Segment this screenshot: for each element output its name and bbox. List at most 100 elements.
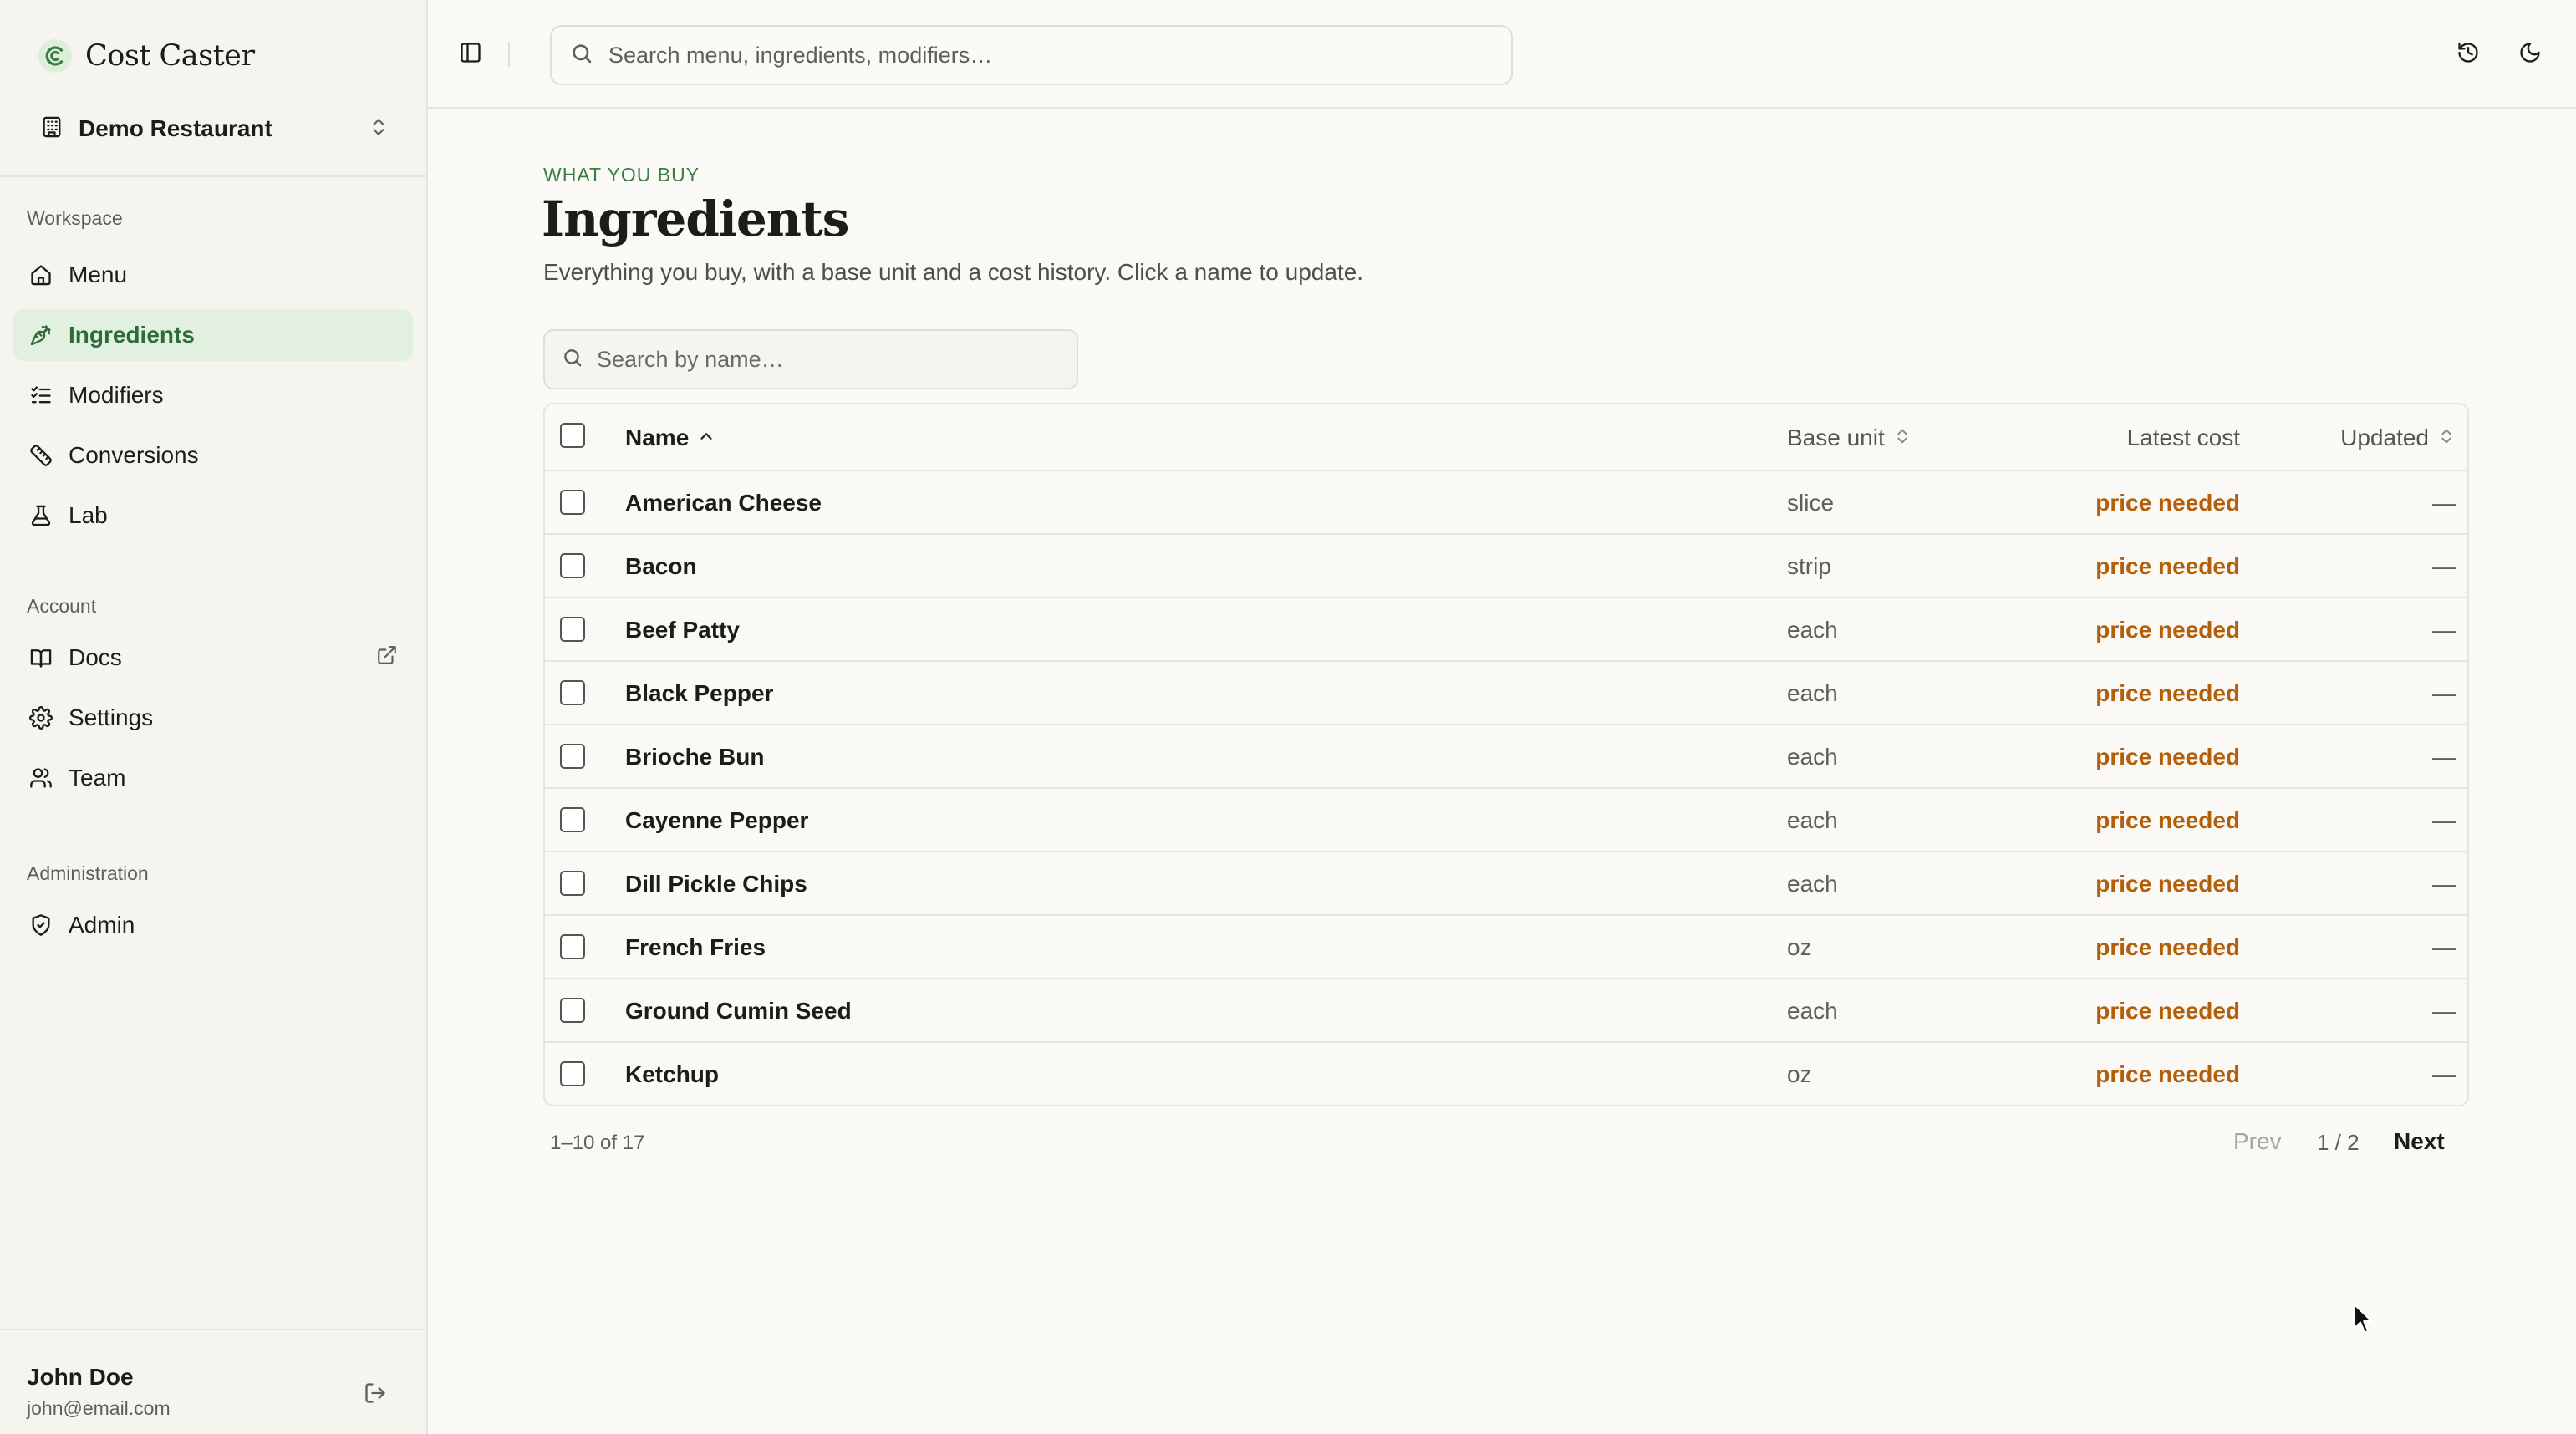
column-header-label: Updated (2340, 425, 2429, 450)
user-email: john@email.com (27, 1397, 171, 1419)
sidebar-item-ingredients[interactable]: Ingredients (13, 309, 413, 361)
table-row[interactable]: Brioche Bun each price needed — (545, 725, 2467, 789)
row-checkbox[interactable] (560, 490, 585, 515)
ingredient-search-input[interactable] (597, 346, 1060, 373)
brand-name: Cost Caster (85, 39, 255, 73)
page-title: Ingredients (542, 191, 849, 247)
ingredient-name-link[interactable]: Brioche Bun (625, 744, 764, 770)
ingredient-search[interactable] (543, 329, 1078, 389)
sidebar-item-menu[interactable]: Menu (13, 249, 413, 301)
latest-cost-status: price needed (2095, 553, 2240, 579)
workspace-switcher[interactable]: Demo Restaurant (27, 104, 403, 154)
updated-value: — (2432, 490, 2456, 516)
latest-cost-status: price needed (2095, 744, 2240, 770)
updated-value: — (2432, 553, 2456, 579)
row-checkbox[interactable] (560, 744, 585, 769)
pagination-prev-button[interactable]: Prev (2233, 1128, 2282, 1155)
page-eyebrow: WHAT YOU BUY (543, 164, 700, 186)
base-unit: each (1787, 998, 1838, 1024)
sidebar-item-docs[interactable]: Docs (13, 632, 413, 684)
base-unit: oz (1787, 934, 1812, 960)
toggle-sidebar-button[interactable] (453, 37, 488, 72)
history-button[interactable] (2451, 37, 2486, 72)
flask-icon (28, 503, 53, 528)
global-search[interactable] (550, 25, 1513, 85)
base-unit: each (1787, 617, 1838, 643)
table-row[interactable]: American Cheese slice price needed — (545, 471, 2467, 535)
updated-value: — (2432, 998, 2456, 1024)
chevrons-up-down-icon (368, 116, 389, 142)
select-all-checkbox[interactable] (560, 423, 585, 448)
search-icon (562, 347, 583, 373)
sidebar-item-modifiers[interactable]: Modifiers (13, 369, 413, 421)
ingredient-name-link[interactable]: Dill Pickle Chips (625, 871, 807, 898)
updated-value: — (2432, 744, 2456, 770)
table-row[interactable]: Bacon strip price needed — (545, 535, 2467, 598)
row-checkbox[interactable] (560, 934, 585, 959)
base-unit: oz (1787, 1061, 1812, 1087)
sidebar-item-label: Lab (69, 502, 108, 528)
table-row[interactable]: Dill Pickle Chips each price needed — (545, 852, 2467, 916)
updated-value: — (2432, 680, 2456, 706)
sidebar-item-label: Docs (69, 644, 122, 670)
latest-cost-status: price needed (2095, 1061, 2240, 1087)
updated-value: — (2432, 871, 2456, 897)
base-unit: each (1787, 744, 1838, 770)
sidebar-item-settings[interactable]: Settings (13, 692, 413, 744)
table-row[interactable]: French Fries oz price needed — (545, 916, 2467, 979)
base-unit: slice (1787, 490, 1835, 516)
table-row[interactable]: Cayenne Pepper each price needed — (545, 789, 2467, 852)
ingredient-name-link[interactable]: Ground Cumin Seed (625, 998, 852, 1025)
row-checkbox[interactable] (560, 680, 585, 705)
pagination-next-button[interactable]: Next (2394, 1128, 2445, 1155)
global-search-input[interactable] (608, 42, 1493, 69)
user-footer: John Doe john@email.com (0, 1329, 426, 1434)
shield-check-icon (28, 913, 53, 938)
table-row[interactable]: Ground Cumin Seed each price needed — (545, 979, 2467, 1043)
section-label-administration: Administration (27, 862, 149, 884)
logout-button[interactable] (358, 1377, 393, 1412)
column-header-base-unit[interactable]: Base unit (1787, 425, 1912, 451)
ingredient-name-link[interactable]: Cayenne Pepper (625, 807, 808, 834)
chevrons-up-down-icon (2437, 425, 2456, 451)
ingredient-name-link[interactable]: American Cheese (625, 490, 822, 516)
row-checkbox[interactable] (560, 871, 585, 896)
chevron-up-icon (697, 425, 715, 451)
sidebar-divider (0, 175, 426, 177)
ingredient-name-link[interactable]: Black Pepper (625, 680, 773, 707)
table-row[interactable]: Beef Patty each price needed — (545, 598, 2467, 662)
row-checkbox[interactable] (560, 617, 585, 642)
sidebar-item-team[interactable]: Team (13, 752, 413, 804)
table-row[interactable]: Black Pepper each price needed — (545, 662, 2467, 725)
sidebar-item-lab[interactable]: Lab (13, 490, 413, 542)
sidebar-item-label: Conversions (69, 442, 199, 468)
column-header-name[interactable]: Name (625, 425, 715, 451)
theme-toggle-button[interactable] (2512, 37, 2548, 72)
sidebar-item-label: Team (69, 765, 126, 791)
table-row[interactable]: Ketchup oz price needed — (545, 1043, 2467, 1105)
row-checkbox[interactable] (560, 1061, 585, 1086)
ruler-icon (28, 443, 53, 468)
history-icon (2456, 41, 2480, 69)
pagination-range: 1–10 of 17 (550, 1131, 645, 1154)
chevrons-up-down-icon (1893, 425, 1912, 451)
column-header-label: Base unit (1787, 425, 1885, 450)
ingredient-name-link[interactable]: Ketchup (625, 1061, 719, 1088)
section-label-workspace: Workspace (27, 207, 123, 229)
row-checkbox[interactable] (560, 998, 585, 1023)
building-icon (40, 115, 64, 143)
sidebar-item-label: Ingredients (69, 322, 195, 348)
column-header-updated[interactable]: Updated (2340, 425, 2456, 451)
ingredient-name-link[interactable]: Bacon (625, 553, 697, 580)
sidebar-item-conversions[interactable]: Conversions (13, 430, 413, 481)
row-checkbox[interactable] (560, 553, 585, 578)
ingredients-table: Name Base unit Latest cost Updated Ameri… (543, 403, 2469, 1106)
latest-cost-status: price needed (2095, 807, 2240, 833)
row-checkbox[interactable] (560, 807, 585, 832)
brand[interactable]: Cost Caster (38, 32, 255, 80)
house-icon (28, 262, 53, 287)
ingredient-name-link[interactable]: Beef Patty (625, 617, 740, 643)
sidebar-item-label: Admin (69, 912, 135, 938)
ingredient-name-link[interactable]: French Fries (625, 934, 766, 961)
sidebar-item-admin[interactable]: Admin (13, 899, 413, 951)
